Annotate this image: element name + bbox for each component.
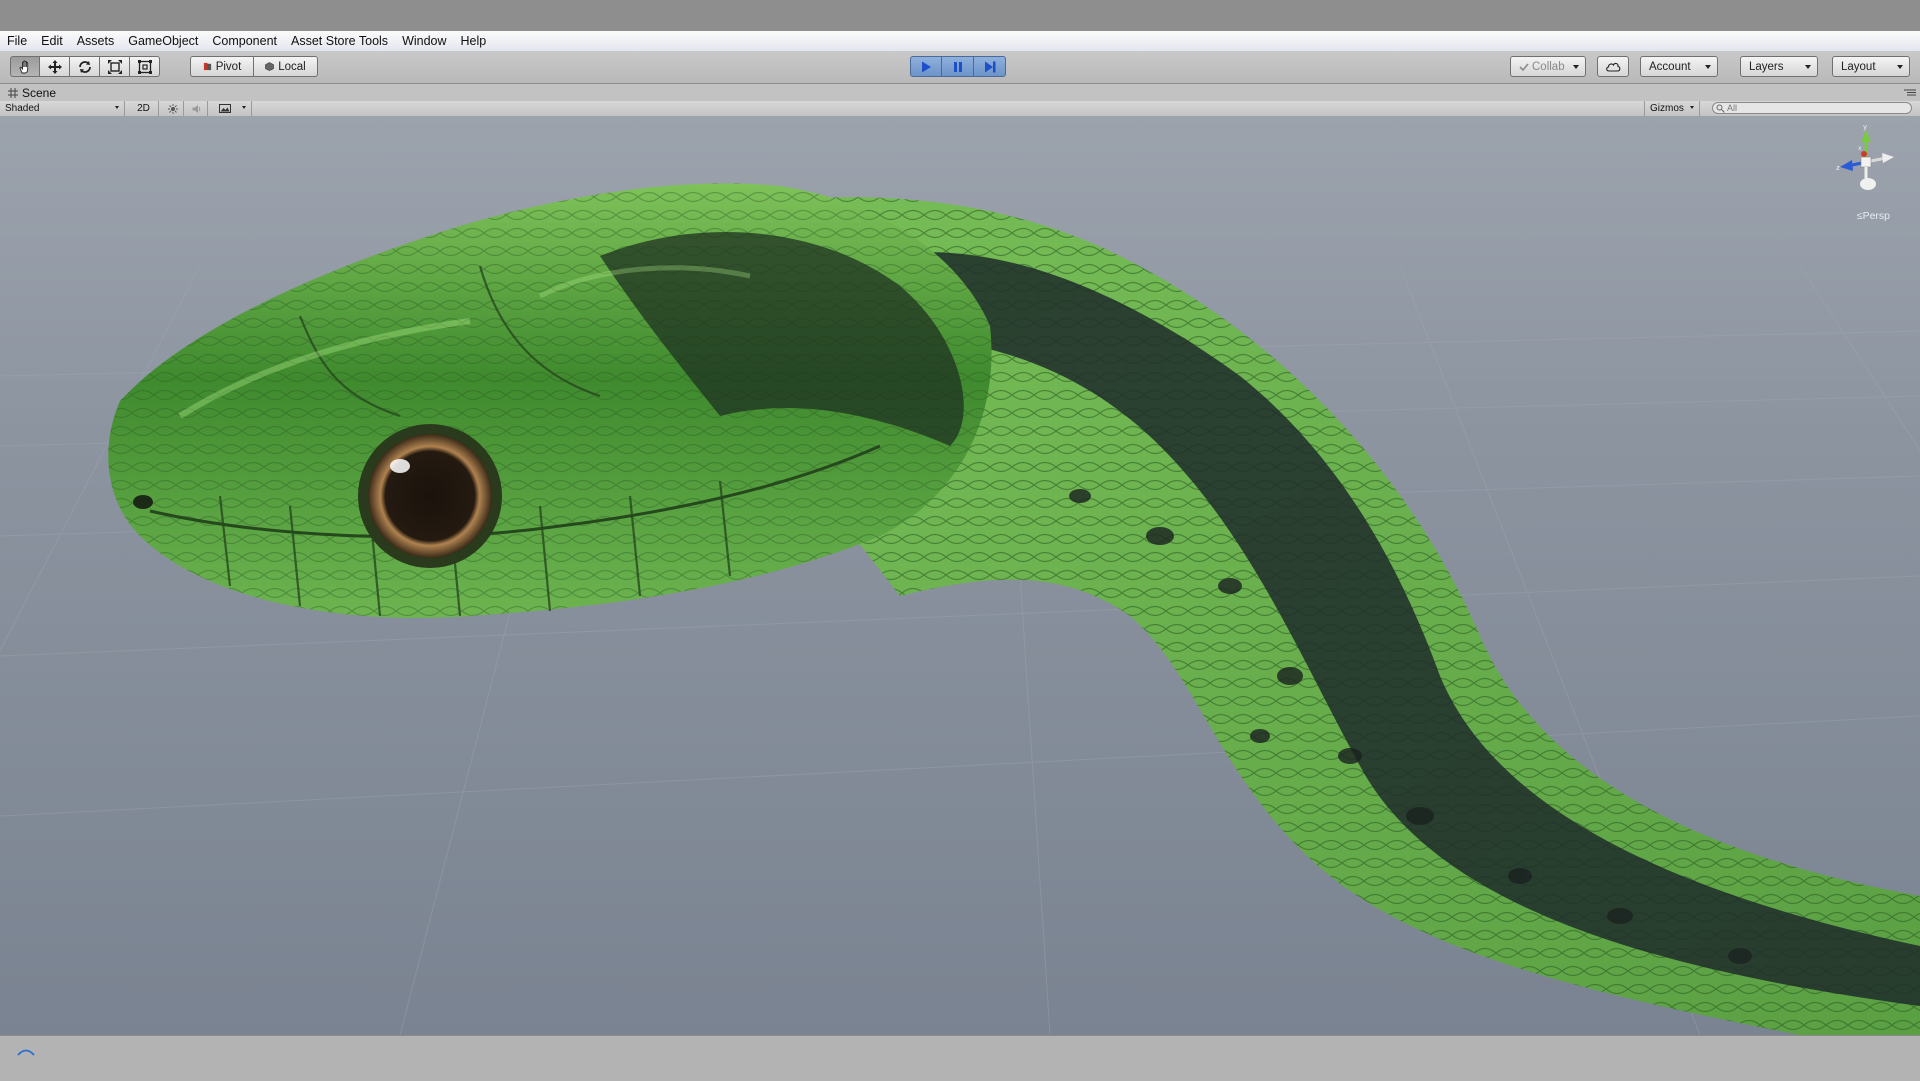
step-icon: [984, 61, 995, 72]
2d-label: 2D: [137, 103, 150, 114]
scene-tab-bar: Scene: [0, 84, 1920, 102]
orientation-gizmo[interactable]: y x z: [1836, 124, 1896, 204]
rect-tool-icon: [137, 59, 152, 74]
status-bar: [0, 1035, 1920, 1081]
window-top-gap: [0, 0, 1920, 31]
account-dropdown[interactable]: Account: [1640, 56, 1718, 77]
scale-tool-button[interactable]: [100, 56, 130, 77]
menu-assets[interactable]: Assets: [70, 31, 122, 51]
chevron-down-icon: [1690, 106, 1694, 109]
speaker-icon: [192, 104, 200, 113]
scene-viewport[interactable]: y x z ≤Persp: [0, 116, 1920, 1035]
projection-toggle[interactable]: ≤Persp: [1857, 210, 1890, 222]
tab-scene[interactable]: Scene: [8, 84, 56, 101]
account-label: Account: [1649, 60, 1691, 73]
draw-mode-label: Shaded: [5, 103, 40, 114]
playback-controls: [910, 56, 1006, 77]
2d-toggle-button[interactable]: 2D: [129, 101, 159, 116]
chevron-down-icon: [242, 106, 246, 109]
pivot-icon: [203, 62, 211, 71]
gizmos-dropdown[interactable]: Gizmos: [1644, 101, 1700, 116]
menu-bar: File Edit Assets GameObject Component As…: [0, 31, 1920, 52]
hand-tool-button[interactable]: [10, 56, 40, 77]
effects-dropdown[interactable]: [214, 101, 252, 116]
pivot-label: Pivot: [215, 60, 242, 73]
draw-mode-dropdown[interactable]: Shaded: [0, 101, 125, 116]
scene-tab-label: Scene: [22, 85, 57, 100]
gizmo-y-label: y: [1863, 124, 1867, 131]
rect-tool-button[interactable]: [130, 56, 160, 77]
sun-icon: [167, 103, 178, 114]
snake-render: [0, 116, 1920, 1035]
chevron-down-icon: [1805, 65, 1811, 69]
chevron-down-icon: [1573, 65, 1579, 69]
image-effects-icon: [219, 104, 231, 113]
collab-dropdown[interactable]: Collab: [1510, 56, 1586, 77]
menu-gameobject[interactable]: GameObject: [121, 31, 205, 51]
gizmo-z-label: z: [1836, 164, 1840, 172]
tab-menu-icon[interactable]: [1904, 89, 1916, 96]
pause-icon: [953, 61, 962, 72]
scene-toolbar: Shaded 2D Gizmos All: [0, 101, 1920, 117]
pivot-button[interactable]: Pivot: [190, 56, 254, 77]
main-toolbar: Pivot Local Collab Account Layers Layout: [0, 51, 1920, 84]
chevron-down-icon: [1705, 65, 1711, 69]
menu-asset-store-tools[interactable]: Asset Store Tools: [284, 31, 395, 51]
projection-label: Persp: [1862, 210, 1890, 222]
gizmos-label: Gizmos: [1650, 103, 1684, 114]
progress-spinner-icon: [17, 1049, 35, 1056]
search-icon: [1716, 104, 1725, 113]
menu-help[interactable]: Help: [454, 31, 494, 51]
collab-label: Collab: [1532, 60, 1565, 73]
local-cube-icon: [265, 62, 275, 71]
menu-file[interactable]: File: [0, 31, 34, 51]
scene-grid-icon: [8, 87, 18, 98]
checkmark-icon: [1519, 62, 1529, 71]
layout-label: Layout: [1841, 60, 1876, 73]
pivot-toggle-group: Pivot Local: [190, 56, 318, 77]
hand-icon: [19, 59, 29, 73]
gizmo-x-label: x: [1858, 145, 1862, 152]
menu-component[interactable]: Component: [205, 31, 284, 51]
play-button[interactable]: [910, 56, 942, 77]
rotate-tool-button[interactable]: [70, 56, 100, 77]
menu-window[interactable]: Window: [395, 31, 453, 51]
chevron-down-icon: [115, 106, 119, 109]
menu-edit[interactable]: Edit: [34, 31, 70, 51]
move-tool-button[interactable]: [40, 56, 70, 77]
scene-search-input[interactable]: All: [1712, 102, 1912, 114]
search-placeholder: All: [1727, 103, 1738, 113]
step-button[interactable]: [974, 56, 1006, 77]
local-button[interactable]: Local: [254, 56, 318, 77]
chevron-down-icon: [1897, 65, 1903, 69]
layers-dropdown[interactable]: Layers: [1740, 56, 1818, 77]
pause-button[interactable]: [942, 56, 974, 77]
scale-icon: [107, 59, 122, 74]
cloud-button[interactable]: [1597, 56, 1629, 77]
play-icon: [922, 61, 931, 72]
layout-dropdown[interactable]: Layout: [1832, 56, 1910, 77]
audio-toggle-button[interactable]: [186, 101, 208, 116]
transform-tools: [10, 56, 160, 77]
cloud-icon: [1606, 62, 1621, 72]
rotate-icon: [78, 60, 91, 73]
layers-label: Layers: [1749, 60, 1784, 73]
local-label: Local: [278, 60, 306, 73]
lighting-toggle-button[interactable]: [162, 101, 184, 116]
move-icon: [47, 59, 62, 74]
